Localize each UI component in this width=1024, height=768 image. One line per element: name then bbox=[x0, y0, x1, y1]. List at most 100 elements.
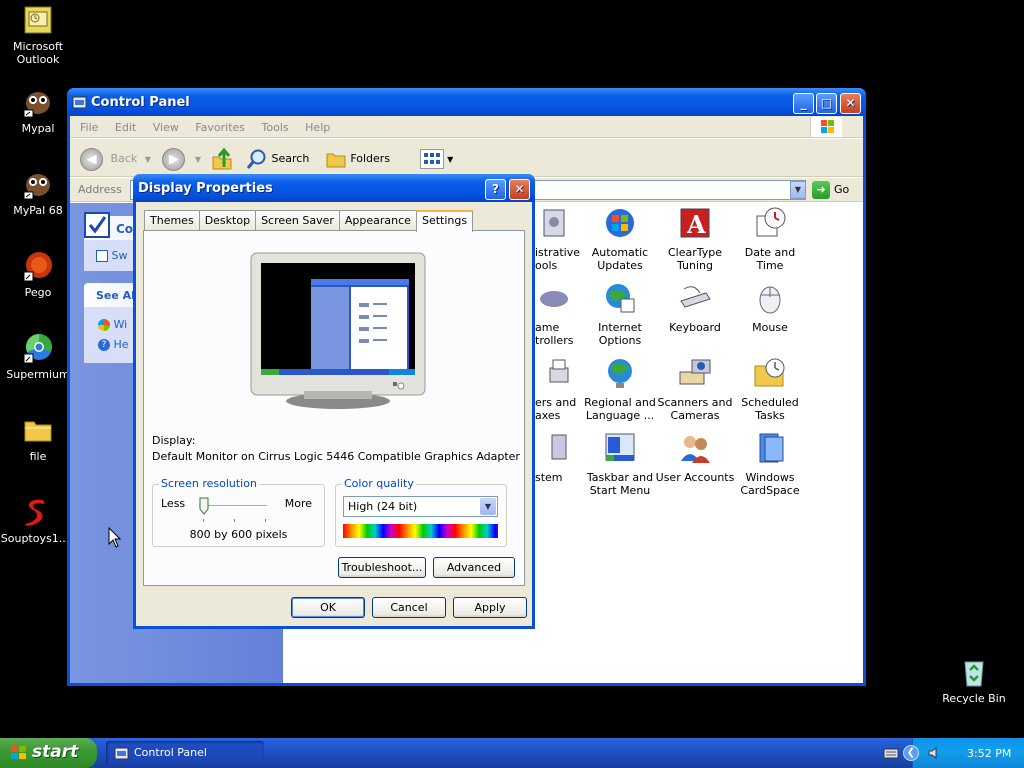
desktop-icon-mypal[interactable]: Mypal bbox=[3, 86, 73, 135]
clock[interactable]: 3:52 PM bbox=[967, 747, 1011, 760]
tab-settings[interactable]: Settings bbox=[415, 210, 474, 232]
keyboard-icon bbox=[678, 281, 712, 315]
mypal68-icon bbox=[22, 168, 54, 200]
help-icon: ? bbox=[98, 339, 110, 351]
desktop-icon-label: Mypal bbox=[21, 122, 55, 135]
folders-icon[interactable] bbox=[325, 149, 347, 169]
control-panel-icon bbox=[72, 94, 88, 110]
apply-button[interactable]: Apply bbox=[453, 597, 527, 618]
desktop-icon-recycle-bin[interactable]: Recycle Bin bbox=[939, 656, 1009, 705]
cp-item-scanners-and-cameras[interactable]: Scanners and Cameras bbox=[655, 356, 735, 422]
less-label: Less bbox=[161, 497, 186, 510]
control-panel-titlebar[interactable]: Control Panel _ □ ✕ bbox=[67, 88, 866, 116]
cp-item-automatic-updates[interactable]: Automatic Updates bbox=[580, 206, 660, 272]
switch-view-icon bbox=[96, 250, 108, 262]
views-icon[interactable] bbox=[419, 149, 444, 169]
menu-edit[interactable]: Edit bbox=[115, 121, 136, 134]
tray-expand-icon[interactable]: ❮ bbox=[903, 745, 919, 761]
administrative-tools-icon bbox=[536, 206, 570, 240]
keyboard-tray-icon[interactable] bbox=[883, 746, 899, 760]
see-also-help-link[interactable]: ? He bbox=[98, 338, 129, 351]
up-folder-icon[interactable] bbox=[211, 147, 233, 171]
help-button[interactable]: ? bbox=[485, 179, 506, 200]
desktop-icon-label: Pego bbox=[24, 286, 52, 299]
advanced-button[interactable]: Advanced bbox=[433, 557, 515, 578]
search-icon[interactable] bbox=[246, 148, 268, 170]
display-properties-dialog: Display Properties ? ✕ Themes Desktop Scre… bbox=[133, 174, 535, 629]
color-quality-group: Color quality High (24 bit) ▼ bbox=[335, 477, 507, 547]
color-quality-select[interactable]: High (24 bit) ▼ bbox=[343, 496, 498, 517]
back-dropdown-icon[interactable]: ▼ bbox=[145, 155, 151, 164]
dialog-titlebar[interactable]: Display Properties ? ✕ bbox=[133, 174, 535, 202]
screen-resolution-legend: Screen resolution bbox=[159, 477, 259, 490]
cp-item-taskbar-and-start-menu[interactable]: Taskbar and Start Menu bbox=[580, 431, 660, 497]
color-spectrum-bar bbox=[343, 524, 498, 538]
resolution-slider-thumb[interactable] bbox=[199, 497, 209, 515]
cp-item-mouse[interactable]: Mouse bbox=[730, 281, 810, 334]
address-label: Address bbox=[78, 183, 122, 196]
tab-screen-saver[interactable]: Screen Saver bbox=[255, 210, 340, 230]
start-button[interactable]: start bbox=[0, 738, 97, 768]
cp-item-windows-cardspace[interactable]: Windows CardSpace bbox=[730, 431, 810, 497]
tab-appearance[interactable]: Appearance bbox=[338, 210, 417, 230]
monitor-preview bbox=[249, 251, 427, 411]
taskbar-button-control-panel[interactable]: Control Panel bbox=[106, 741, 264, 765]
forward-arrow-icon[interactable]: ▶ bbox=[162, 147, 186, 171]
scheduled-tasks-icon bbox=[753, 356, 787, 390]
desktop-icon-outlook[interactable]: Microsoft Outlook bbox=[3, 4, 73, 66]
desktop-icon-label: Supermium bbox=[6, 368, 70, 381]
desktop-icon-mypal68[interactable]: MyPal 68 bbox=[3, 168, 73, 217]
cancel-button[interactable]: Cancel bbox=[372, 597, 446, 618]
address-dropdown-icon[interactable]: ▼ bbox=[790, 181, 806, 199]
maximize-button[interactable]: □ bbox=[816, 93, 837, 114]
troubleshoot-button[interactable]: Troubleshoot... bbox=[338, 557, 426, 578]
menu-view[interactable]: View bbox=[153, 121, 179, 134]
system-tray: ❮ 3:52 PM bbox=[883, 738, 1024, 768]
resolution-slider-track[interactable] bbox=[199, 505, 267, 507]
printers-faxes-icon bbox=[536, 356, 570, 390]
checkmark-icon bbox=[84, 212, 110, 238]
tab-desktop[interactable]: Desktop bbox=[198, 210, 257, 230]
cp-item-scheduled-tasks[interactable]: Scheduled Tasks bbox=[730, 356, 810, 422]
menu-favorites[interactable]: Favorites bbox=[195, 121, 245, 134]
chevron-down-icon[interactable]: ▼ bbox=[480, 498, 496, 515]
cp-item-internet-options[interactable]: Internet Options bbox=[580, 281, 660, 347]
back-arrow-icon[interactable]: ◀ bbox=[80, 147, 103, 171]
cp-item-keyboard[interactable]: Keyboard bbox=[655, 281, 735, 334]
folder-icon bbox=[22, 414, 54, 446]
minimize-button[interactable]: _ bbox=[793, 93, 814, 114]
resolution-value: 800 by 600 pixels bbox=[189, 528, 288, 541]
folders-button[interactable]: Folders bbox=[350, 152, 390, 165]
menu-file[interactable]: File bbox=[80, 121, 98, 134]
desktop-icon-souptoys[interactable]: Souptoys1... bbox=[0, 496, 70, 545]
views-dropdown-icon[interactable]: ▼ bbox=[447, 155, 453, 164]
close-button[interactable]: ✕ bbox=[840, 93, 861, 114]
desktop-icon-supermium[interactable]: Supermium bbox=[3, 332, 73, 381]
back-label[interactable]: Back bbox=[111, 152, 138, 165]
menu-tools[interactable]: Tools bbox=[262, 121, 289, 134]
go-button[interactable]: Go bbox=[834, 183, 849, 196]
cp-item-user-accounts[interactable]: User Accounts bbox=[655, 431, 735, 484]
tab-themes[interactable]: Themes bbox=[144, 210, 200, 230]
switch-view-link[interactable]: Sw bbox=[96, 249, 127, 262]
windows-update-icon bbox=[98, 319, 110, 331]
volume-icon[interactable] bbox=[927, 746, 943, 760]
desktop-icon-file[interactable]: file bbox=[3, 414, 73, 463]
go-arrow-icon[interactable]: ➔ bbox=[812, 181, 830, 199]
search-button[interactable]: Search bbox=[272, 152, 310, 165]
ok-button[interactable]: OK bbox=[291, 597, 365, 618]
desktop-icon-pego[interactable]: Pego bbox=[3, 250, 73, 299]
system-icon bbox=[536, 431, 570, 465]
more-label: More bbox=[284, 497, 312, 510]
supermium-icon bbox=[22, 332, 54, 364]
cp-item-regional-and-language[interactable]: Regional and Language ... bbox=[580, 356, 660, 422]
outlook-icon bbox=[22, 4, 54, 36]
menu-help[interactable]: Help bbox=[305, 121, 330, 134]
dialog-close-button[interactable]: ✕ bbox=[509, 179, 530, 200]
cp-item-date-and-time[interactable]: Date and Time bbox=[730, 206, 810, 272]
forward-dropdown-icon[interactable]: ▼ bbox=[195, 155, 201, 164]
scanners-cameras-icon bbox=[678, 356, 712, 390]
see-also-windows-update-link[interactable]: Wi bbox=[98, 318, 127, 331]
cp-item-cleartype-tuning[interactable]: A ClearType Tuning bbox=[655, 206, 735, 272]
taskbar-button-label: Control Panel bbox=[134, 746, 207, 759]
